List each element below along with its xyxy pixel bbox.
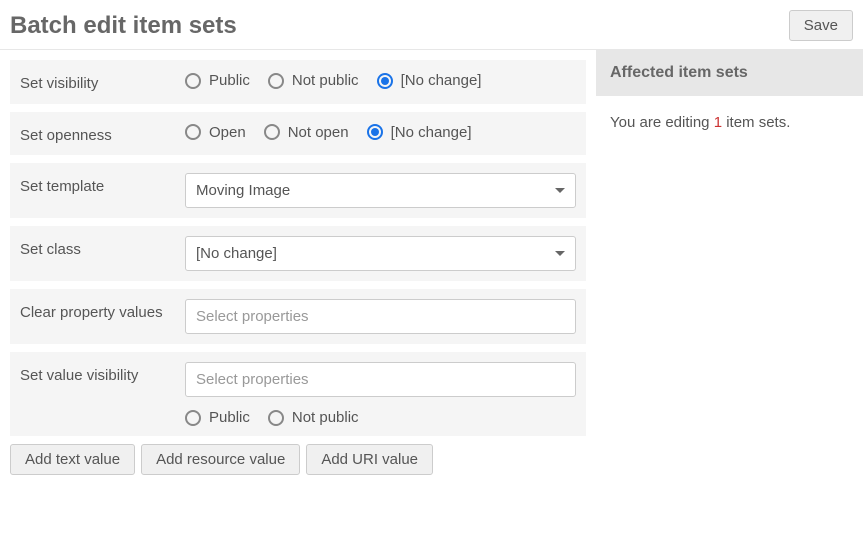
radio-visibility-public[interactable]: Public — [185, 72, 250, 89]
radio-label: [No change] — [391, 124, 472, 141]
select-value: Moving Image — [196, 182, 290, 199]
field-set-visibility: Set visibility Public Not public [No cha… — [10, 60, 586, 104]
radio-icon — [185, 410, 201, 426]
input-value-visibility[interactable] — [185, 362, 576, 397]
radio-icon — [268, 410, 284, 426]
caret-down-icon — [555, 188, 565, 193]
caret-down-icon — [555, 251, 565, 256]
radio-label: Public — [209, 72, 250, 89]
save-button[interactable]: Save — [789, 10, 853, 41]
label-set-class: Set class — [20, 236, 185, 271]
label-set-openness: Set openness — [20, 122, 185, 146]
radio-icon — [377, 73, 393, 89]
sidebar-text-suffix: item sets. — [722, 114, 790, 131]
radio-openness-open[interactable]: Open — [185, 124, 246, 141]
select-value: [No change] — [196, 245, 277, 262]
sidebar: Affected item sets You are editing 1 ite… — [596, 50, 863, 485]
radio-label: Not public — [292, 72, 359, 89]
field-set-class: Set class [No change] — [10, 226, 586, 281]
field-set-template: Set template Moving Image — [10, 163, 586, 218]
sidebar-count: 1 — [714, 114, 722, 131]
radio-value-visibility-public[interactable]: Public — [185, 409, 250, 426]
field-clear-property: Clear property values — [10, 289, 586, 344]
add-resource-value-button[interactable]: Add resource value — [141, 444, 300, 475]
add-text-value-button[interactable]: Add text value — [10, 444, 135, 475]
radios-visibility: Public Not public [No change] — [185, 70, 576, 89]
input-clear-property[interactable] — [185, 299, 576, 334]
radio-icon — [264, 124, 280, 140]
main-form: Set visibility Public Not public [No cha… — [0, 50, 596, 485]
radio-label: Not public — [292, 409, 359, 426]
radio-openness-no-change[interactable]: [No change] — [367, 124, 472, 141]
select-template[interactable]: Moving Image — [185, 173, 576, 208]
radios-openness: Open Not open [No change] — [185, 122, 576, 141]
radio-visibility-no-change[interactable]: [No change] — [377, 72, 482, 89]
radio-icon — [268, 73, 284, 89]
action-row: Add text value Add resource value Add UR… — [10, 444, 586, 475]
page-header: Batch edit item sets Save — [0, 0, 863, 50]
radio-visibility-not-public[interactable]: Not public — [268, 72, 359, 89]
add-uri-value-button[interactable]: Add URI value — [306, 444, 433, 475]
sidebar-header: Affected item sets — [596, 50, 863, 96]
radio-label: Public — [209, 409, 250, 426]
field-set-openness: Set openness Open Not open [No change] — [10, 112, 586, 156]
radio-icon — [367, 124, 383, 140]
select-class[interactable]: [No change] — [185, 236, 576, 271]
radio-icon — [185, 124, 201, 140]
radio-label: Open — [209, 124, 246, 141]
label-set-visibility: Set visibility — [20, 70, 185, 94]
sidebar-body: You are editing 1 item sets. — [596, 96, 863, 149]
field-value-visibility: Set value visibility Public Not public — [10, 352, 586, 436]
label-value-visibility: Set value visibility — [20, 362, 185, 426]
radio-label: [No change] — [401, 72, 482, 89]
radio-icon — [185, 73, 201, 89]
layout: Set visibility Public Not public [No cha… — [0, 50, 863, 485]
label-clear-property: Clear property values — [20, 299, 185, 334]
page-title: Batch edit item sets — [10, 12, 237, 40]
label-set-template: Set template — [20, 173, 185, 208]
radio-value-visibility-not-public[interactable]: Not public — [268, 409, 359, 426]
radios-value-visibility: Public Not public — [185, 407, 576, 426]
radio-openness-not-open[interactable]: Not open — [264, 124, 349, 141]
sidebar-text-prefix: You are editing — [610, 114, 714, 131]
radio-label: Not open — [288, 124, 349, 141]
